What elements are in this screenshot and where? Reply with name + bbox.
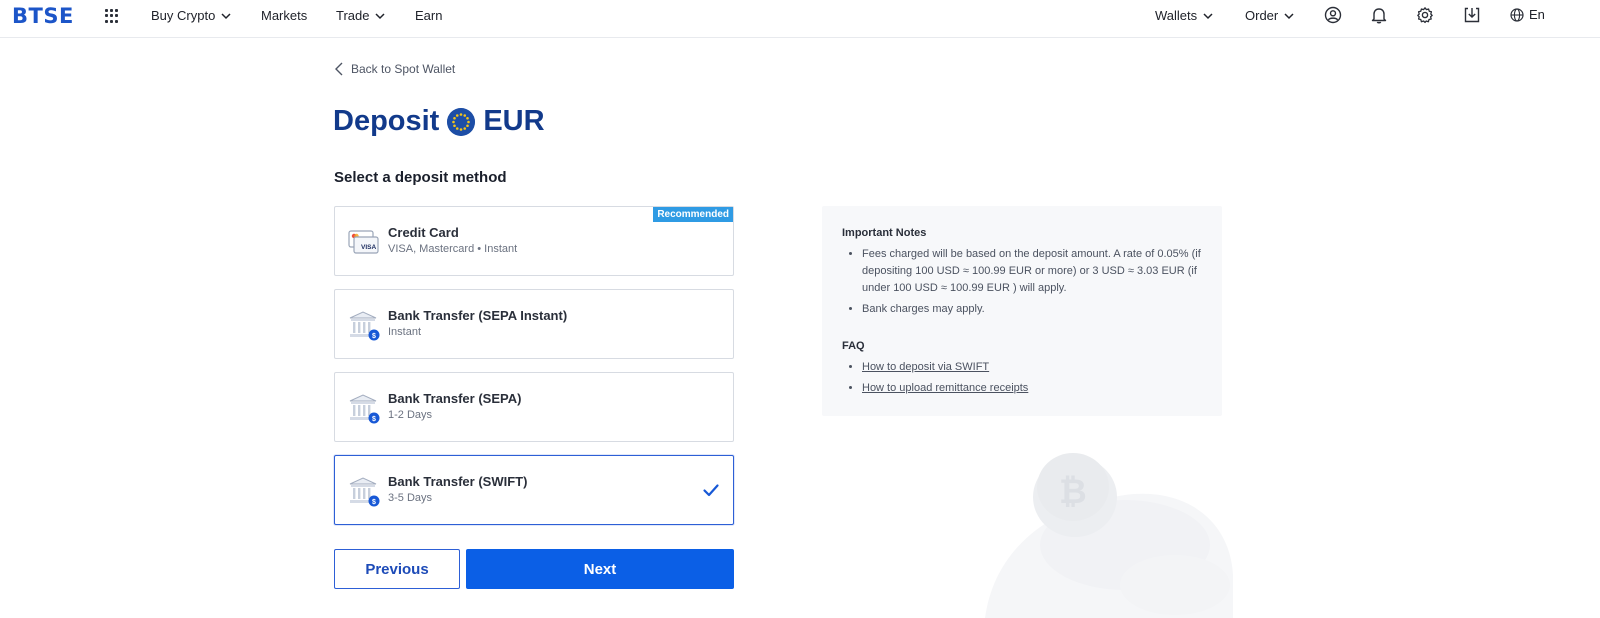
nav-wallets[interactable]: Wallets [1155, 8, 1214, 23]
nav-buy-crypto[interactable]: Buy Crypto [151, 8, 232, 23]
svg-text:$: $ [372, 333, 376, 340]
recommended-badge: Recommended [653, 207, 733, 222]
important-notes-panel: Important Notes Fees charged will be bas… [822, 206, 1222, 416]
globe-icon [1510, 7, 1524, 22]
nav-order[interactable]: Order [1245, 8, 1295, 23]
faq-item: How to deposit via SWIFT [862, 359, 1207, 376]
back-to-spot-wallet-link[interactable]: Back to Spot Wallet [334, 62, 455, 76]
apps-grid-icon[interactable] [105, 9, 119, 23]
nav-earn[interactable]: Earn [415, 8, 442, 23]
faq-link-remittance[interactable]: How to upload remittance receipts [862, 382, 1028, 394]
previous-button[interactable]: Previous [334, 549, 460, 589]
next-button[interactable]: Next [466, 549, 734, 589]
nav-earn-label: Earn [415, 8, 443, 23]
note-item: Bank charges may apply. [862, 301, 1207, 318]
currency-code: EUR [483, 105, 545, 137]
svg-text:$: $ [372, 416, 376, 423]
faq-item: How to upload remittance receipts [862, 380, 1207, 397]
svg-text:VISA: VISA [361, 244, 376, 251]
nav-trade[interactable]: Trade [336, 8, 386, 23]
eu-flag-icon [447, 107, 476, 136]
method-subtitle: Instant [388, 326, 422, 338]
method-subtitle: VISA, Mastercard • Instant [388, 243, 518, 255]
bank-icon: $ [349, 477, 380, 507]
bank-icon: $ [349, 311, 380, 341]
faq-link-swift[interactable]: How to deposit via SWIFT [862, 361, 989, 373]
nav-wallets-label: Wallets [1155, 8, 1198, 23]
credit-card-icon: VISA [348, 230, 379, 254]
method-swift[interactable]: $ Bank Transfer (SWIFT) 3-5 Days [334, 455, 734, 525]
language-selector[interactable]: En [1510, 7, 1545, 22]
language-label: En [1529, 7, 1545, 22]
method-title: Bank Transfer (SEPA Instant) [388, 308, 568, 323]
page-title: Deposit EUR [333, 105, 545, 138]
bank-icon: $ [349, 394, 380, 424]
nav-markets[interactable]: Markets [261, 8, 307, 23]
method-credit-card[interactable]: VISA Credit Card VISA, Mastercard • Inst… [334, 206, 734, 276]
faq-list: How to deposit via SWIFT How to upload r… [862, 359, 1207, 401]
top-navigation: BTSE Buy Crypto Markets Trade Earn Walle… [0, 0, 1600, 38]
note-item: Fees charged will be based on the deposi… [862, 246, 1207, 297]
checkmark-icon [703, 484, 719, 497]
title-prefix: Deposit [333, 105, 440, 137]
download-app-icon[interactable] [1463, 6, 1481, 24]
user-account-icon[interactable] [1324, 6, 1342, 24]
chevron-down-icon [375, 12, 386, 19]
notes-title: Important Notes [842, 227, 927, 239]
chevron-down-icon [221, 12, 231, 19]
btse-logo[interactable]: BTSE [12, 4, 74, 28]
nav-trade-label: Trade [336, 8, 370, 23]
settings-gear-icon[interactable] [1416, 6, 1434, 24]
nav-order-label: Order [1245, 8, 1279, 23]
coin-illustration: ₿ [985, 453, 1233, 618]
method-title: Credit Card [388, 225, 459, 240]
faq-title: FAQ [842, 340, 865, 352]
chevron-down-icon [1284, 12, 1294, 19]
back-link-label: Back to Spot Wallet [351, 62, 456, 76]
chevron-down-icon [1203, 12, 1213, 19]
svg-text:₿: ₿ [1059, 472, 1087, 512]
notes-list: Fees charged will be based on the deposi… [862, 246, 1207, 322]
method-subtitle: 1-2 Days [388, 409, 433, 421]
method-sepa-instant[interactable]: $ Bank Transfer (SEPA Instant) Instant [334, 289, 734, 359]
notification-bell-icon[interactable] [1370, 6, 1388, 24]
svg-text:$: $ [372, 499, 376, 506]
method-subtitle: 3-5 Days [388, 492, 433, 504]
method-sepa[interactable]: $ Bank Transfer (SEPA) 1-2 Days [334, 372, 734, 442]
chevron-left-icon [335, 62, 343, 76]
method-title: Bank Transfer (SEPA) [388, 391, 522, 406]
nav-markets-label: Markets [261, 8, 308, 23]
nav-buy-crypto-label: Buy Crypto [151, 8, 216, 23]
section-title: Select a deposit method [334, 169, 507, 186]
method-title: Bank Transfer (SWIFT) [388, 474, 528, 489]
